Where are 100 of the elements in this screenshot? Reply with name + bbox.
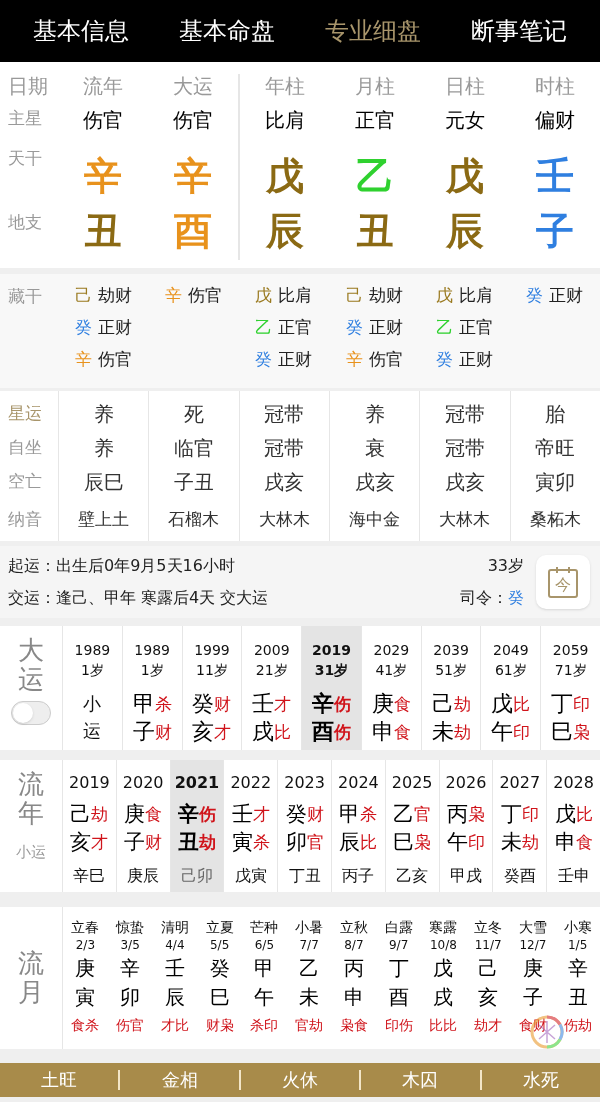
- year-column[interactable]: 2021 辛伤 丑劫 己卯: [169, 760, 224, 892]
- ten-god-label: 杀: [252, 833, 270, 851]
- ten-god-label: 印: [573, 695, 591, 713]
- column-header: 月柱: [355, 74, 395, 99]
- stem-character: 未: [431, 721, 454, 743]
- branch-character: 丑: [567, 984, 588, 1011]
- ten-god-label: 食: [145, 805, 163, 823]
- stem-character: 辛: [178, 803, 199, 825]
- stem-character: 丁: [388, 955, 409, 982]
- stem-character: 壬: [164, 955, 185, 982]
- table-cell-text: 冠带: [444, 401, 485, 428]
- table-cell-text: 冠带: [264, 401, 305, 428]
- table-cell-text: 衰: [364, 435, 385, 462]
- branch-character: 子: [522, 984, 543, 1011]
- solar-term: 立春: [71, 918, 100, 937]
- stem-character: 戊: [433, 955, 454, 982]
- date-label: 3/5: [120, 937, 140, 953]
- column-header: 流年: [83, 74, 123, 99]
- ten-god-label: 比: [274, 723, 292, 741]
- tab[interactable]: 专业细盘: [325, 11, 421, 51]
- ten-god-label: 杀: [154, 695, 172, 713]
- table-cell-text: 临官: [174, 435, 214, 462]
- table-cell-text: 戌亥: [444, 469, 485, 496]
- table-cell-text: 桑柘木: [529, 508, 581, 532]
- calendar-icon: [547, 565, 579, 599]
- ten-god-label: 偏财: [535, 108, 575, 133]
- ten-god-label: 劫: [453, 723, 471, 741]
- stem-character: 巳: [551, 721, 574, 743]
- stem-character: 辛: [174, 157, 212, 195]
- stem-character: 乙: [393, 803, 415, 825]
- stem-character: 庚: [522, 955, 543, 982]
- row-label: 地支: [8, 212, 42, 234]
- table-cell-text: 养: [93, 435, 114, 462]
- ten-god-label: 才比: [160, 1016, 189, 1035]
- branch-character: 酉: [388, 984, 409, 1011]
- stem-character: 癸: [345, 316, 363, 340]
- ten-god-label: 伤劫: [563, 1016, 592, 1035]
- stem-character: 午: [446, 831, 468, 853]
- stem-character: 癸: [192, 693, 215, 715]
- ten-god-label: 正财: [368, 316, 403, 340]
- stem-character: 子: [132, 721, 155, 743]
- ten-god-label: 食: [393, 723, 411, 741]
- ten-god-label: 比比: [429, 1016, 458, 1035]
- ten-god-label: 食杀: [71, 1016, 100, 1035]
- ten-god-label: 枭: [467, 805, 485, 823]
- row-label: 主星: [8, 108, 42, 130]
- season-label: 金相: [161, 1070, 198, 1090]
- tab[interactable]: 基本命盘: [179, 11, 275, 51]
- stem-character: 辛: [345, 348, 363, 372]
- branch-character: 丑: [356, 212, 394, 250]
- ten-god-label: 正财: [278, 348, 313, 372]
- ten-god-label: 财: [306, 805, 324, 823]
- stem-character: 戊: [491, 693, 514, 715]
- stem-character: 庚: [124, 803, 146, 825]
- date-label: 2/3: [75, 937, 96, 953]
- stem-character: 壬: [536, 157, 574, 195]
- ten-god-label: 财枭: [205, 1016, 234, 1035]
- table-cell-text: 子丑: [174, 469, 214, 496]
- tab[interactable]: 断事笔记: [471, 11, 567, 51]
- ten-god-label: 印: [467, 833, 485, 851]
- stem-character: 卯: [285, 831, 307, 853]
- stem-character: 辛: [120, 955, 141, 982]
- ten-god-label: 枭: [573, 723, 591, 741]
- ten-god-label: 食财: [518, 1016, 547, 1035]
- ten-god-label: 官: [306, 833, 324, 851]
- ten-god-label: 劫才: [474, 1016, 503, 1035]
- row-label: 日期: [8, 74, 48, 99]
- ten-god-label: 正财: [458, 348, 493, 372]
- ten-god-label: 比: [360, 833, 378, 851]
- table-cell-text: 大林木: [258, 508, 310, 532]
- toggle-switch[interactable]: [11, 701, 51, 726]
- stem-character: 甲: [339, 803, 361, 825]
- color-wheel-icon[interactable]: [530, 1015, 564, 1049]
- luck-column[interactable]: 2019 31岁 辛伤 酉伤: [301, 626, 361, 750]
- ten-god-label: 印伤: [384, 1016, 413, 1035]
- branch-character: 酉: [174, 212, 212, 250]
- ten-god-label: 官劫: [295, 1016, 324, 1035]
- stem-character: 癸: [435, 348, 453, 372]
- branch-character: 午: [254, 984, 275, 1011]
- tab[interactable]: 基本信息: [33, 11, 129, 51]
- solar-term: 大雪: [518, 918, 547, 937]
- stem-character: 酉: [312, 721, 334, 743]
- date-label: 9/7: [388, 937, 409, 953]
- solar-term: 惊蛰: [116, 918, 145, 937]
- solar-term: 寒露: [429, 918, 458, 937]
- stem-character: 亥: [70, 831, 92, 853]
- ten-god-label: 才: [214, 723, 232, 741]
- table-cell-text: 海中金: [349, 508, 401, 532]
- date-label: 7/7: [299, 937, 319, 953]
- stem-character: 戊: [266, 157, 304, 195]
- stem-character: 乙: [255, 316, 273, 340]
- branch-character: 卯: [120, 984, 141, 1011]
- stem-character: 甲: [254, 955, 275, 982]
- column-header: 年柱: [265, 74, 305, 99]
- ten-god-label: 正财: [549, 284, 584, 308]
- table-cell-text: 大林木: [439, 508, 491, 532]
- table-cell-text: 死: [184, 401, 204, 428]
- ten-god-label: 杀印: [250, 1016, 279, 1035]
- field-value: 出生后0年9月5天16小时: [56, 555, 235, 577]
- stem-character: 寅: [231, 831, 253, 853]
